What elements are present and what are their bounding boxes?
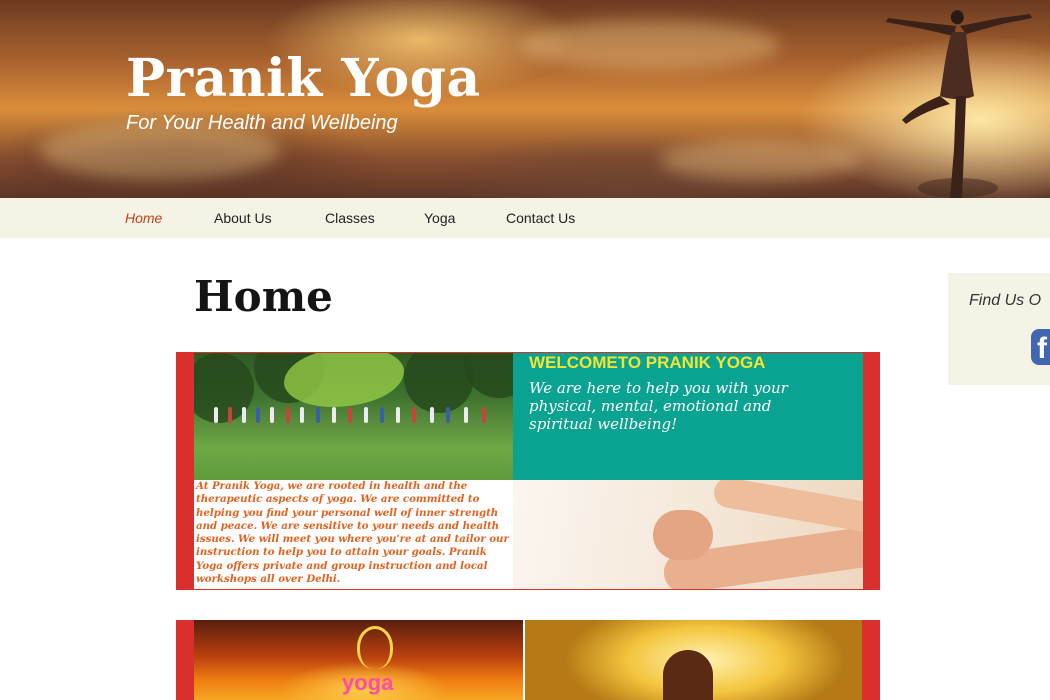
meditation-hands-photo [513, 480, 863, 589]
nav-item-contact-us[interactable]: Contact Us [506, 210, 575, 226]
header-banner: Pranik Yoga For Your Health and Wellbein… [0, 0, 1050, 198]
welcome-panel: WELCOMETO PRANIK YOGA We are here to hel… [513, 353, 863, 480]
yoga-logo-word: yoga [342, 670, 394, 695]
intro-text: At Pranik Yoga, we are rooted in health … [196, 480, 509, 586]
nav-item-home[interactable]: Home [125, 210, 162, 226]
find-us-widget: Find Us O f [948, 273, 1050, 385]
facebook-icon[interactable]: f [1031, 329, 1050, 365]
nav-item-about-us[interactable]: About Us [214, 210, 272, 226]
intro-panel: At Pranik Yoga, we are rooted in health … [194, 480, 513, 589]
site-tagline: For Your Health and Wellbeing [126, 112, 398, 134]
yoga-promo-image: yoga [176, 620, 880, 700]
site-title[interactable]: Pranik Yoga [126, 48, 481, 109]
nav-item-yoga[interactable]: Yoga [424, 210, 455, 226]
golden-glow-image [525, 620, 862, 700]
widget-title: Find Us O [969, 292, 1042, 309]
park-yoga-class-photo [194, 353, 513, 480]
welcome-feature-image: WELCOMETO PRANIK YOGA We are here to hel… [176, 352, 880, 590]
yoga-logo-icon [357, 626, 393, 669]
welcome-title: WELCOMETO PRANIK YOGA [529, 353, 766, 372]
nav-item-classes[interactable]: Classes [325, 210, 375, 226]
page-title: Home [194, 272, 333, 321]
welcome-text: We are here to help you with your physic… [529, 379, 788, 433]
meditating-silhouette-icon [663, 650, 713, 700]
main-nav: Home About Us Classes Yoga Contact Us [0, 198, 1050, 238]
yoga-pose-figure-image [886, 10, 1032, 198]
sunset-yoga-logo-image: yoga [194, 620, 523, 700]
